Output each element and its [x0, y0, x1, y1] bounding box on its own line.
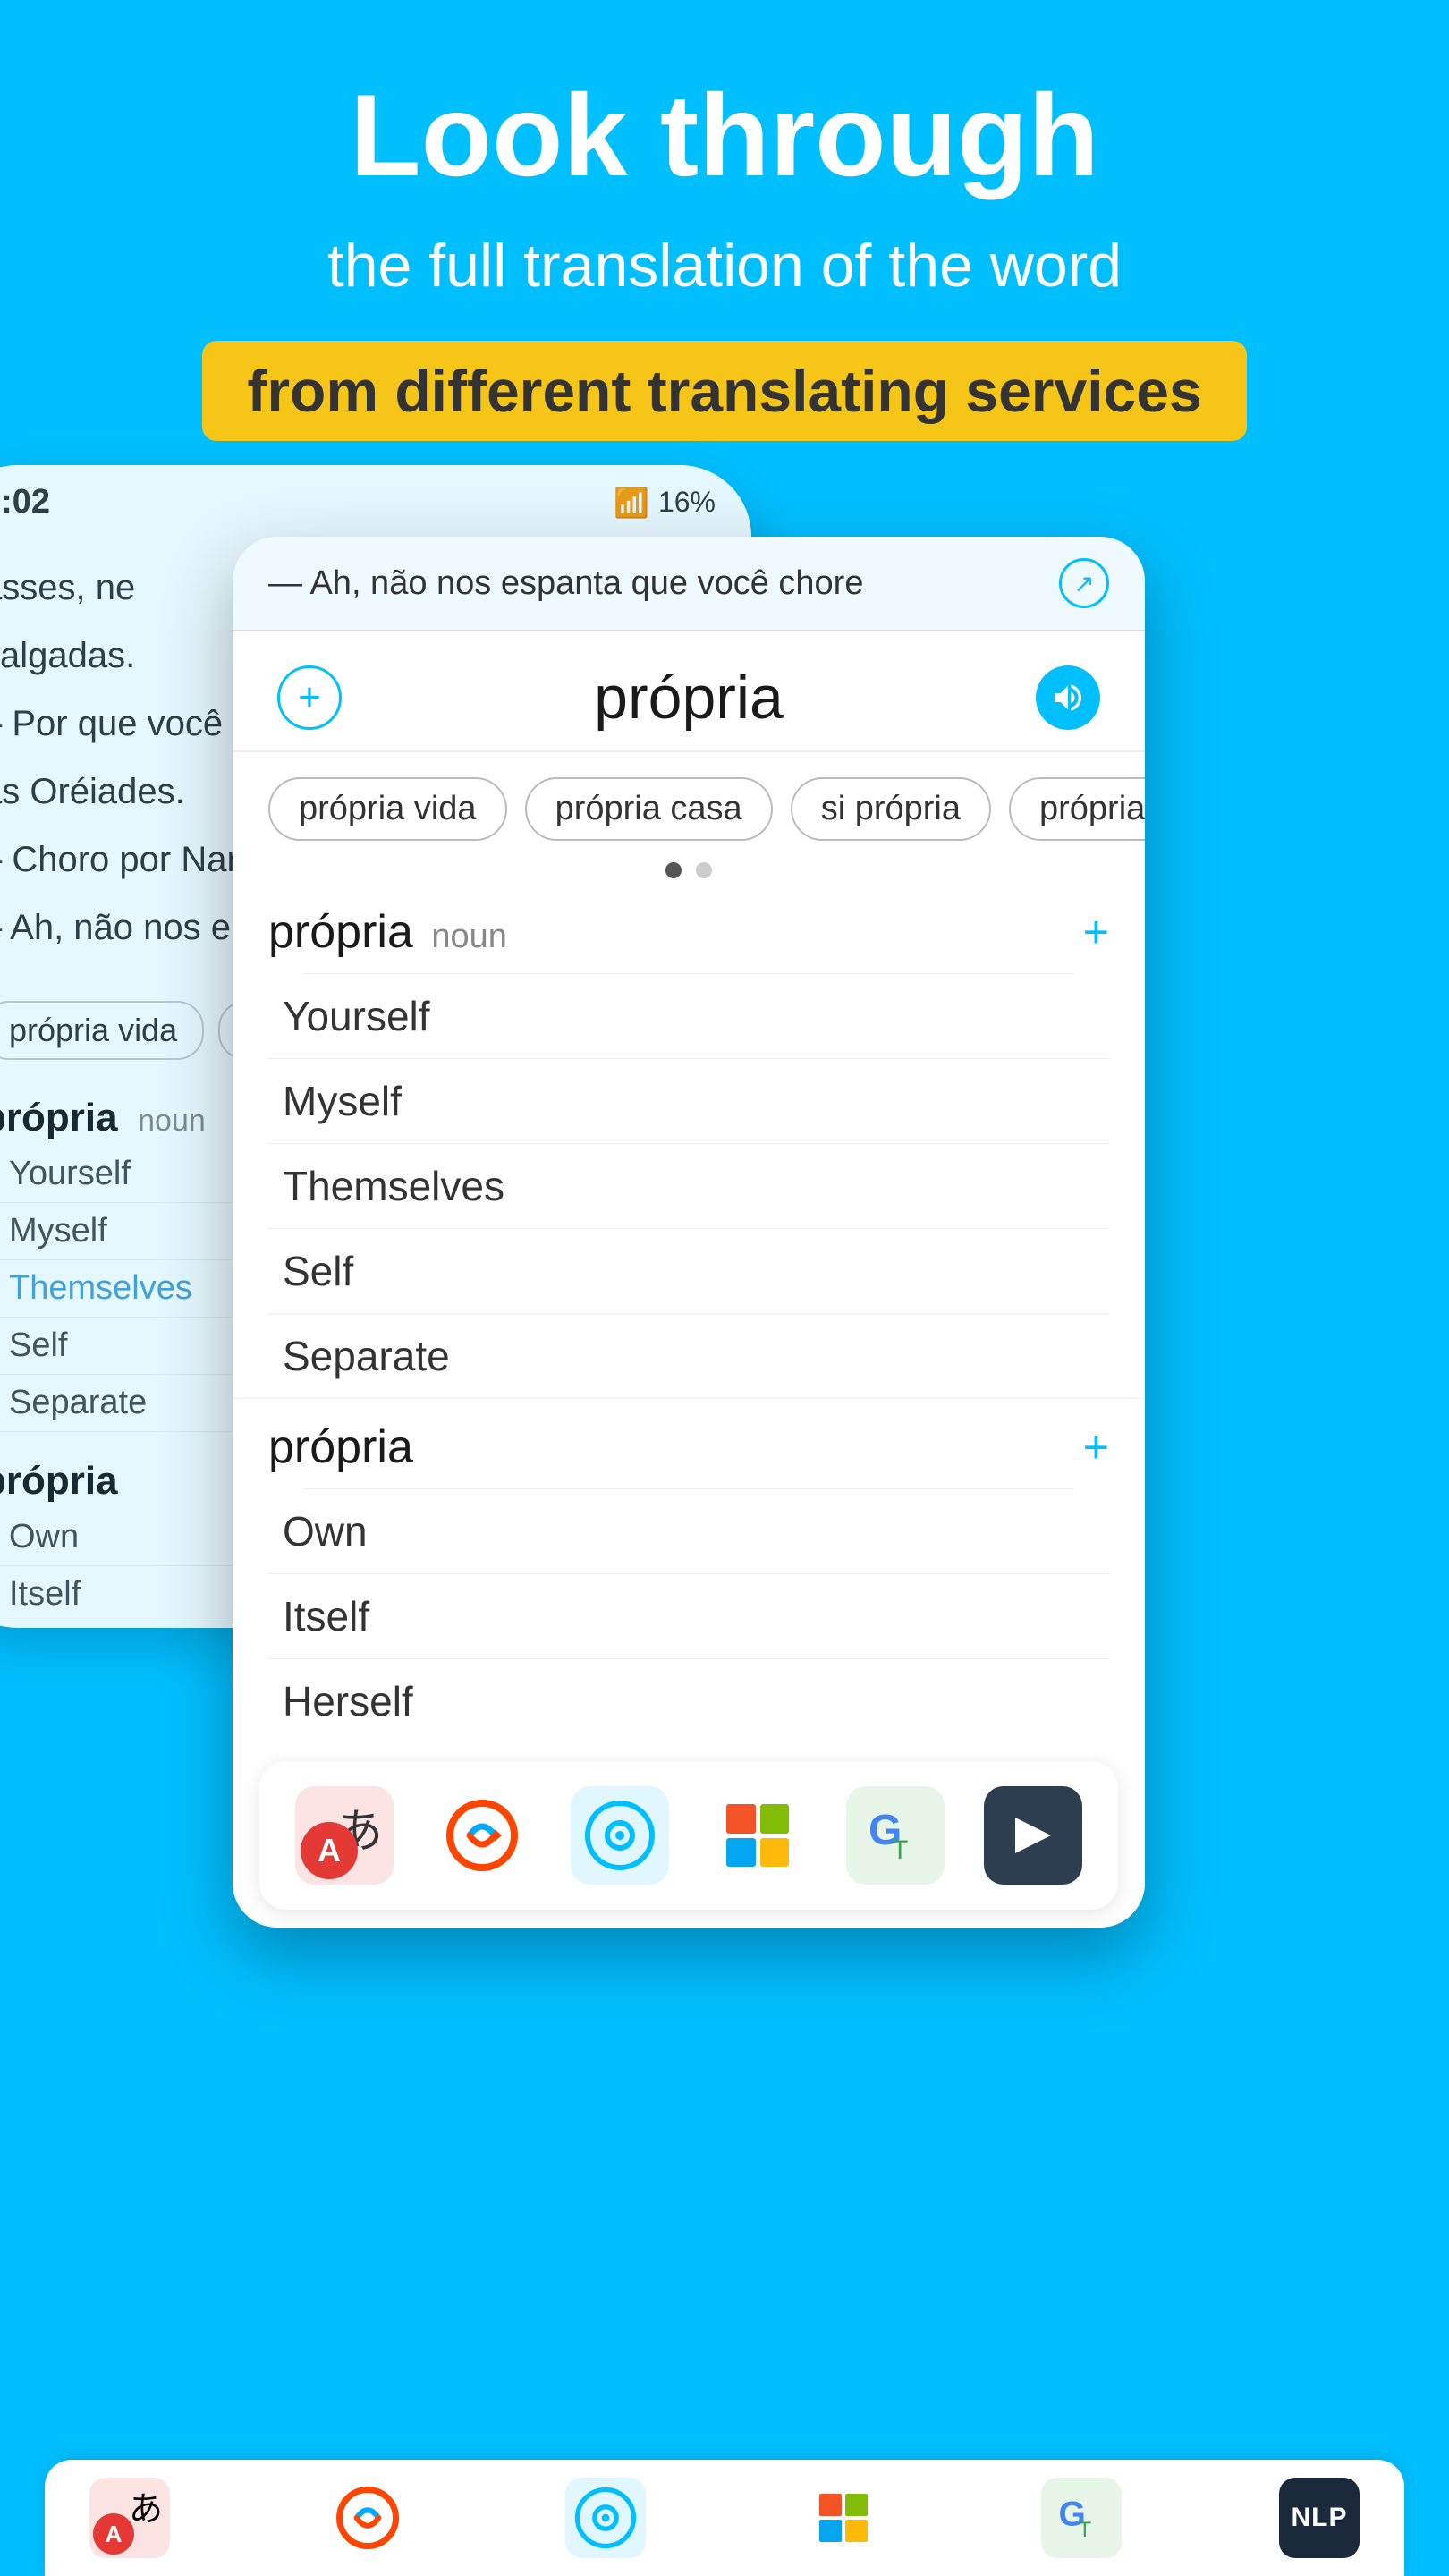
- reverso-icon: [446, 1800, 518, 1871]
- popup-card: + própria própria vida própria casa si p…: [233, 631, 1145, 1910]
- popup-top-row: + própria: [233, 631, 1145, 752]
- bottom-service-nlp[interactable]: NLP: [1279, 2478, 1360, 2558]
- phone-area: 9:02 📶 16% asses, ne salgadas. – Por que…: [0, 465, 1449, 2576]
- dict-word-2: própria: [268, 1421, 413, 1473]
- service-reverso[interactable]: [433, 1786, 531, 1885]
- header-highlight: from different translating services: [202, 341, 1246, 441]
- services-bar-inner: あ A: [259, 1761, 1118, 1910]
- context-translate-icon[interactable]: ↗: [1059, 558, 1109, 608]
- bg-dict-pos-1: noun: [138, 1104, 206, 1138]
- dots-indicator: [233, 850, 1145, 884]
- yandex-icon: [584, 1800, 656, 1871]
- dot-1: [665, 862, 682, 878]
- service-yandex[interactable]: [571, 1786, 669, 1885]
- dict-add-button-2[interactable]: +: [1083, 1421, 1109, 1473]
- bg-dict-word-2: própria: [0, 1459, 118, 1503]
- popup-add-button[interactable]: +: [277, 665, 342, 730]
- popup-sound-button[interactable]: [1036, 665, 1100, 730]
- bg-dict-word-1: própria: [0, 1096, 118, 1140]
- tag-propria-c[interactable]: própria c: [1009, 777, 1145, 841]
- bottom-service-google[interactable]: G T: [1041, 2478, 1122, 2558]
- dot-2: [696, 862, 712, 878]
- header-subtitle: the full translation of the word: [54, 226, 1395, 305]
- dict-word-1: própria: [268, 906, 413, 958]
- dict-add-button-1[interactable]: +: [1083, 906, 1109, 958]
- context-text: — Ah, não nos espanta que você chore: [268, 564, 863, 603]
- dict-entry-yourself: Yourself: [268, 974, 1109, 1059]
- bottom-ateji-red: A: [93, 2513, 134, 2555]
- dict-entry-herself: Herself: [268, 1659, 1109, 1743]
- bottom-yandex-icon: [574, 2487, 637, 2549]
- context-row: — Ah, não nos espanta que você chore ↗: [233, 537, 1145, 631]
- tag-si-propria[interactable]: si própria: [791, 777, 991, 841]
- battery-icon: 16%: [658, 486, 716, 519]
- bottom-services-bar: あ A: [45, 2460, 1404, 2576]
- service-microsoft[interactable]: [708, 1786, 807, 1885]
- dict-section-2-header: própria +: [268, 1399, 1109, 1488]
- service-google-translate[interactable]: G T: [846, 1786, 945, 1885]
- dict-entry-self: Self: [268, 1229, 1109, 1314]
- tag-propria-vida[interactable]: própria vida: [268, 777, 507, 841]
- dict-pos-1: noun: [431, 918, 507, 955]
- main-phone-popup: — Ah, não nos espanta que você chore ↗ +…: [233, 537, 1145, 1928]
- bottom-google-icon: G T: [1051, 2487, 1112, 2548]
- bottom-ms-grid: [819, 2494, 868, 2542]
- svg-text:T: T: [1079, 2518, 1092, 2542]
- dict-entry-itself: Itself: [268, 1574, 1109, 1659]
- bottom-reverso-icon: [336, 2487, 399, 2549]
- bottom-service-yandex[interactable]: [565, 2478, 646, 2558]
- speaker-icon: [1050, 680, 1086, 716]
- header-title: Look through: [54, 72, 1395, 199]
- bottom-nlp-label: NLP: [1292, 2503, 1348, 2533]
- service-ateji[interactable]: あ A: [295, 1786, 394, 1885]
- google-translate-icon: G T: [860, 1800, 931, 1871]
- dict-section-2: própria + Own Itself Herself: [233, 1399, 1145, 1743]
- bottom-service-microsoft[interactable]: [803, 2478, 884, 2558]
- tags-row: própria vida própria casa si própria pró…: [233, 752, 1145, 850]
- tag-propria-casa[interactable]: própria casa: [525, 777, 773, 841]
- bg-tag-1[interactable]: própria vida: [0, 1001, 204, 1060]
- dict-entry-separate: Separate: [268, 1314, 1109, 1398]
- bg-phone-time: 9:02: [0, 483, 50, 521]
- dict-section-1-header: própria noun +: [268, 884, 1109, 973]
- ms-grid-icon: [726, 1804, 789, 1867]
- dict-section-1: própria noun + Yourself Myself Themselve…: [233, 884, 1145, 1398]
- deepl-icon: [1006, 1809, 1060, 1862]
- service-deepl[interactable]: [984, 1786, 1082, 1885]
- bg-phone-status-icons: 📶 16%: [614, 486, 716, 520]
- ateji-red-circle: A: [301, 1822, 358, 1879]
- bottom-service-ateji[interactable]: あ A: [89, 2478, 170, 2558]
- popup-word: própria: [594, 663, 784, 733]
- svg-text:T: T: [892, 1835, 908, 1865]
- dict-entry-myself: Myself: [268, 1059, 1109, 1144]
- bottom-ateji-kanji: あ: [129, 2481, 163, 2530]
- signal-icon: 📶: [614, 486, 649, 520]
- bottom-service-reverso[interactable]: [327, 2478, 408, 2558]
- plus-icon: +: [298, 675, 321, 720]
- dict-entry-own: Own: [268, 1489, 1109, 1574]
- dict-entry-themselves: Themselves: [268, 1144, 1109, 1229]
- header-section: Look through the full translation of the…: [0, 0, 1449, 477]
